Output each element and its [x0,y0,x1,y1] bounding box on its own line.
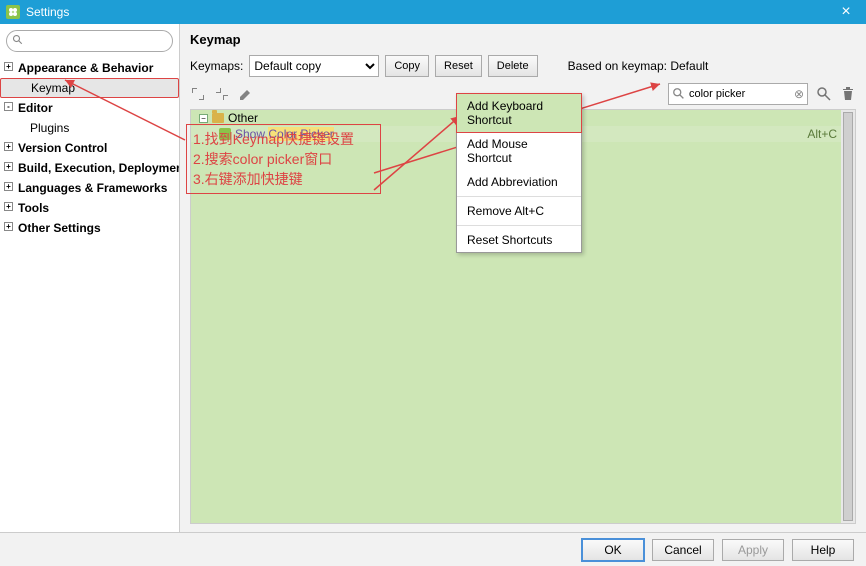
expand-icon[interactable]: + [4,142,13,151]
menu-remove-shortcut[interactable]: Remove Alt+C [457,199,581,223]
keymap-panel: Keymap Keymaps: Default copy Copy Reset … [180,24,866,532]
sidebar-item-languages[interactable]: +Languages & Frameworks [0,178,179,198]
expand-all-icon[interactable] [190,86,206,102]
search-icon [12,34,24,46]
menu-separator [457,225,581,226]
expand-icon[interactable]: + [4,162,13,171]
close-icon[interactable]: × [832,3,860,21]
find-by-shortcut-icon[interactable] [816,86,832,102]
cancel-button[interactable]: Cancel [652,539,714,561]
menu-add-mouse-shortcut[interactable]: Add Mouse Shortcut [457,132,581,170]
menu-add-abbreviation[interactable]: Add Abbreviation [457,170,581,194]
expand-icon[interactable]: + [4,202,13,211]
ok-button[interactable]: OK [582,539,644,561]
sidebar-item-appearance[interactable]: +Appearance & Behavior [0,58,179,78]
based-label: Based on keymap: Default [568,59,709,73]
shortcut-label: Alt+C [807,127,837,141]
search-icon [672,87,686,101]
window-title: Settings [26,5,832,19]
apply-button[interactable]: Apply [722,539,784,561]
collapse-icon[interactable]: − [199,114,208,123]
sidebar-item-other[interactable]: +Other Settings [0,218,179,238]
trash-icon[interactable] [840,86,856,102]
keymaps-label: Keymaps: [190,59,243,73]
expand-icon[interactable]: + [4,222,13,231]
menu-separator [457,196,581,197]
expand-icon[interactable]: + [4,62,13,71]
action-filter-input[interactable] [668,83,808,105]
clear-filter-icon[interactable]: ⊗ [794,87,804,101]
help-button[interactable]: Help [792,539,854,561]
settings-sidebar: +Appearance & Behavior Keymap -Editor Pl… [0,24,180,532]
sidebar-item-vcs[interactable]: +Version Control [0,138,179,158]
menu-reset-shortcuts[interactable]: Reset Shortcuts [457,228,581,252]
sidebar-search-input[interactable] [6,30,173,52]
title-bar: Settings × [0,0,866,24]
collapse-all-icon[interactable] [214,86,230,102]
panel-title: Keymap [190,32,856,47]
delete-button[interactable]: Delete [488,55,538,77]
reset-button[interactable]: Reset [435,55,482,77]
sidebar-item-keymap[interactable]: Keymap [0,78,179,98]
sidebar-item-build[interactable]: +Build, Execution, Deployment [0,158,179,178]
sidebar-item-editor[interactable]: -Editor [0,98,179,118]
sidebar-item-tools[interactable]: +Tools [0,198,179,218]
scrollbar[interactable] [841,110,855,523]
context-menu: Add Keyboard Shortcut Add Mouse Shortcut… [456,93,582,253]
settings-tree[interactable]: +Appearance & Behavior Keymap -Editor Pl… [0,58,179,532]
keymaps-select[interactable]: Default copy [249,55,379,77]
menu-add-keyboard-shortcut[interactable]: Add Keyboard Shortcut [456,93,582,133]
edit-icon[interactable] [238,86,254,102]
app-icon [6,5,20,19]
expand-icon[interactable]: - [4,102,13,111]
copy-button[interactable]: Copy [385,55,429,77]
dialog-footer: OK Cancel Apply Help [0,532,866,566]
sidebar-item-plugins[interactable]: Plugins [0,118,179,138]
folder-icon [212,113,224,123]
annotation-box: 1.找到Keymap快捷键设置 2.搜索color picker窗口 3.右键添… [186,124,381,194]
expand-icon[interactable]: + [4,182,13,191]
